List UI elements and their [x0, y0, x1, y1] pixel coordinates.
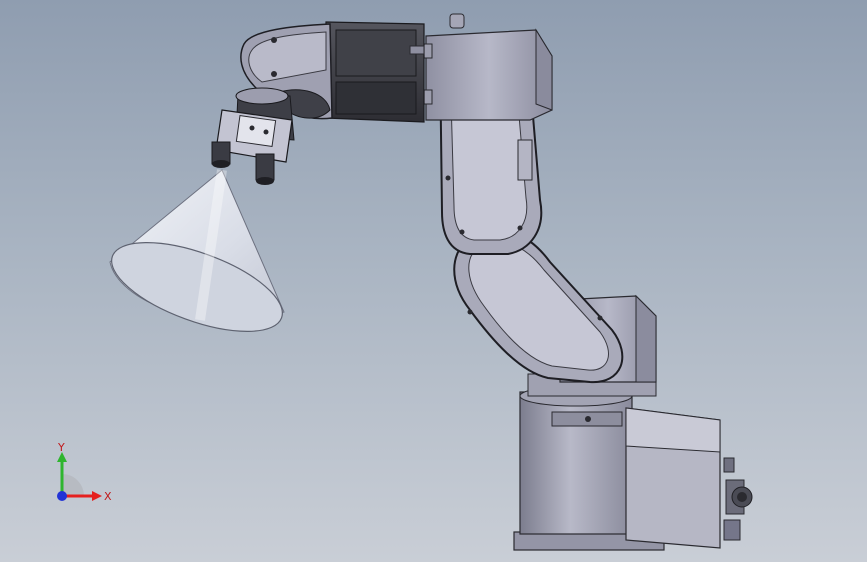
robot-forearm-motor[interactable]	[325, 21, 425, 123]
x-axis-label: X	[104, 490, 112, 503]
robot-elbow-housing[interactable]	[419, 13, 553, 121]
light-cone	[109, 169, 285, 332]
z-axis-icon	[57, 491, 67, 501]
axis-triad: Y X	[57, 441, 112, 503]
y-axis-label: Y	[57, 441, 65, 454]
3d-model-viewport[interactable]: Y X	[0, 0, 867, 562]
robot-arm-model[interactable]	[0, 0, 867, 562]
robot-base[interactable]	[513, 385, 753, 551]
x-axis-arrow-icon	[92, 491, 102, 501]
